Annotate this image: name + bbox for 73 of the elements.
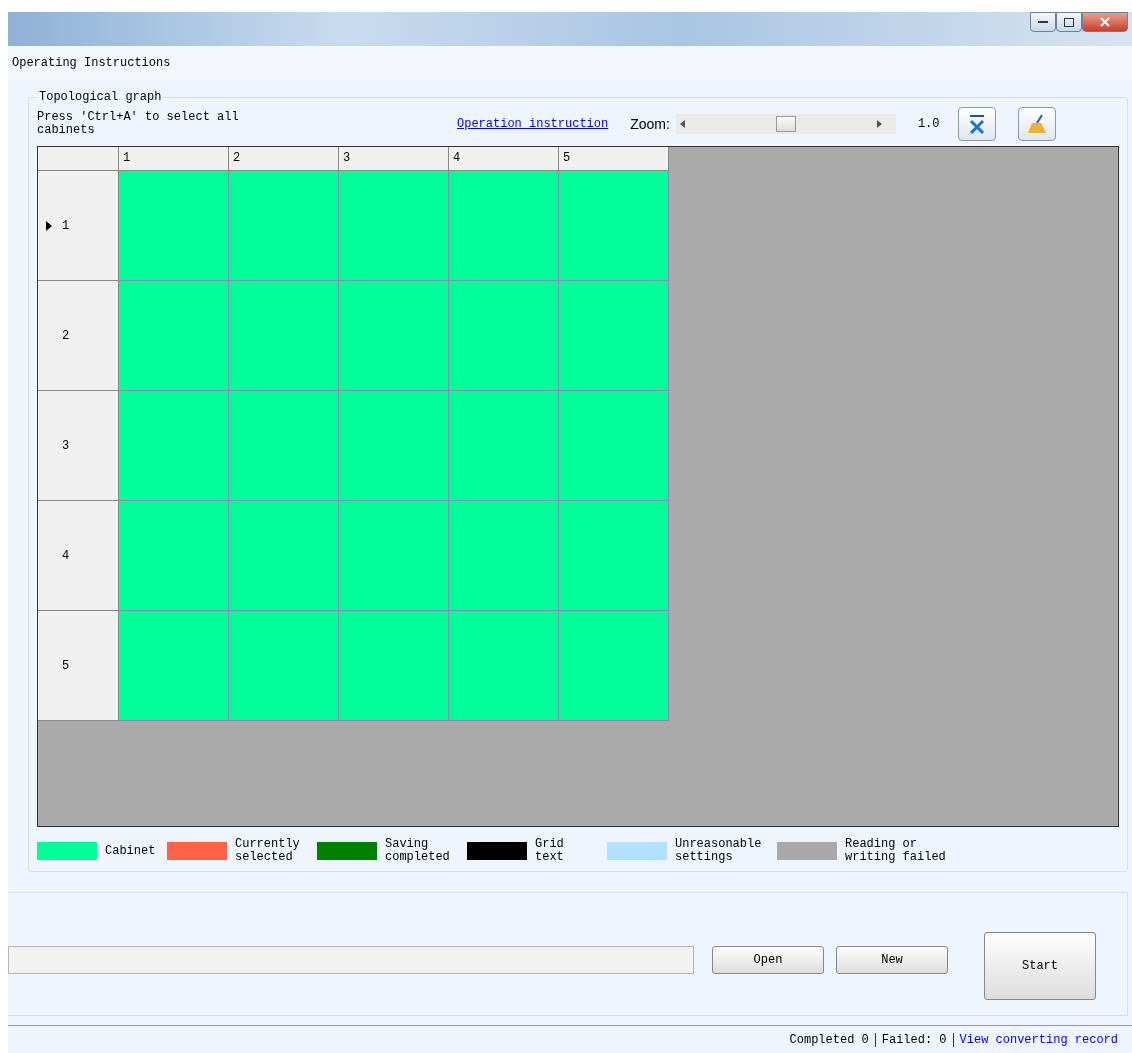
row-header[interactable]: 5	[38, 611, 119, 721]
legend-label: Reading or writing failed	[845, 838, 947, 864]
zoom-value: 1.0	[917, 117, 941, 131]
right-arrow-icon	[876, 120, 882, 128]
cabinet-cell[interactable]	[449, 611, 559, 721]
legend-label: Unreasonable settings	[675, 838, 763, 864]
cabinet-cell[interactable]	[229, 281, 339, 391]
row-header[interactable]: 3	[38, 391, 119, 501]
legend-label: Currently selected	[235, 838, 301, 864]
zoom-label: Zoom:	[630, 116, 670, 132]
legend-label: Grid text	[535, 838, 565, 864]
column-header: 1	[119, 147, 229, 171]
close-button[interactable]	[1082, 12, 1128, 32]
cabinet-cell[interactable]	[339, 171, 449, 281]
cabinet-cell[interactable]	[339, 281, 449, 391]
cabinet-cell[interactable]	[229, 391, 339, 501]
row-header[interactable]: 1	[38, 171, 119, 281]
row-header[interactable]: 2	[38, 281, 119, 391]
cabinet-cell[interactable]	[119, 501, 229, 611]
cabinet-cell[interactable]	[449, 391, 559, 501]
broom-button[interactable]	[1017, 107, 1056, 141]
broom-icon	[1025, 114, 1048, 134]
legend-label: Cabinet	[105, 844, 155, 858]
cabinet-cell[interactable]	[229, 611, 339, 721]
minimize-button[interactable]	[1030, 12, 1056, 32]
row-number: 3	[62, 438, 70, 453]
cabinet-cell[interactable]	[119, 281, 229, 391]
cabinet-cell[interactable]	[119, 171, 229, 281]
slider-thumb[interactable]	[775, 116, 796, 132]
completed-count: Completed 0	[789, 1032, 869, 1047]
row-number: 5	[62, 658, 70, 673]
cabinet-cell[interactable]	[559, 281, 669, 391]
row-number: 1	[62, 218, 70, 233]
file-path-field[interactable]	[8, 946, 694, 974]
cabinet-cell[interactable]	[339, 501, 449, 611]
cabinet-cell[interactable]	[559, 501, 669, 611]
minimize-icon	[1038, 20, 1048, 24]
legend-label: Saving completed	[385, 838, 451, 864]
cabinet-cell[interactable]	[119, 391, 229, 501]
clear-button[interactable]	[957, 107, 996, 141]
x-bar-icon	[967, 114, 986, 134]
cabinet-cell[interactable]	[559, 171, 669, 281]
cabinet-cell[interactable]	[449, 171, 559, 281]
maximize-icon	[1064, 17, 1074, 27]
cabinet-cell[interactable]	[449, 281, 559, 391]
cabinet-cell[interactable]	[119, 611, 229, 721]
row-header[interactable]: 4	[38, 501, 119, 611]
cabinet-cell[interactable]	[449, 501, 559, 611]
cabinet-cell[interactable]	[559, 391, 669, 501]
column-header: 4	[449, 147, 559, 171]
cabinet-cell[interactable]	[339, 611, 449, 721]
column-header: 2	[229, 147, 339, 171]
record-link[interactable]: View converting record	[959, 1032, 1118, 1047]
cabinet-cell[interactable]	[339, 391, 449, 501]
column-header: 5	[559, 147, 669, 171]
cabinet-cell[interactable]	[229, 171, 339, 281]
column-header: 3	[339, 147, 449, 171]
close-icon	[1100, 17, 1110, 27]
hint-text: Press 'Ctrl+A' to select all cabinets	[37, 111, 240, 137]
failed-count: Failed: 0	[881, 1032, 947, 1047]
zoom-slider[interactable]	[675, 114, 896, 134]
cabinet-cell[interactable]	[229, 501, 339, 611]
start-button[interactable]: Start	[984, 932, 1096, 1000]
row-number: 4	[62, 548, 70, 563]
cabinet-cell[interactable]	[559, 611, 669, 721]
group-title: Topological graph	[38, 90, 163, 104]
maximize-button[interactable]	[1056, 12, 1082, 32]
action-button[interactable]: Open	[712, 946, 824, 974]
menu-item[interactable]: Operating Instructions	[12, 56, 171, 70]
action-button[interactable]: New	[836, 946, 948, 974]
instruction-link[interactable]: Operation instruction	[457, 117, 609, 131]
row-number: 2	[62, 328, 70, 343]
left-arrow-icon	[679, 120, 685, 128]
